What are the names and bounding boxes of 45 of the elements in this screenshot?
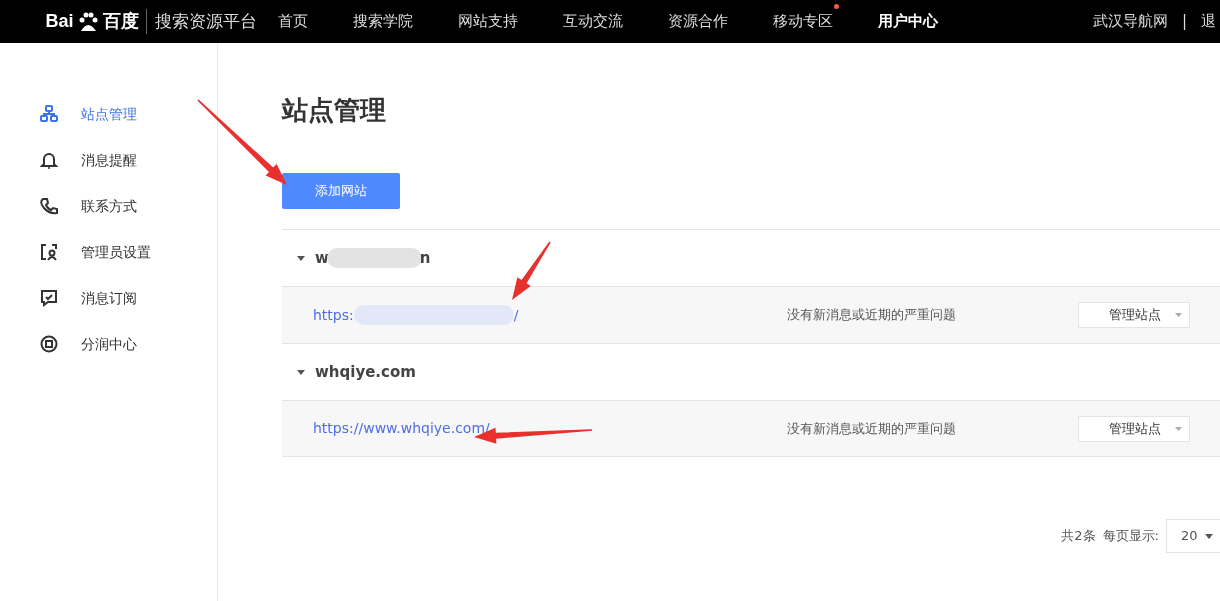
manage-site-dropdown[interactable]: 管理站点 [1078,415,1190,442]
site-domain: w [315,247,329,269]
total-count: 共2条 [1061,527,1096,546]
paw-icon [77,10,99,33]
bell-icon [40,151,58,169]
ring-icon [40,335,58,353]
nav-link[interactable]: 网站支持 [457,10,518,33]
logout-link[interactable]: 退 [1201,10,1216,33]
per-page-value: 20 [1181,527,1198,546]
nav-link[interactable]: 互动交流 [562,10,623,33]
sidebar-item[interactable]: 站点管理 [0,91,217,137]
sitemap-icon [40,105,58,123]
sidebar-item[interactable]: 联系方式 [0,183,217,229]
phone-icon [40,197,58,215]
sidebar-item[interactable]: 消息提醒 [0,137,217,183]
nav-link[interactable]: 移动专区 [772,10,833,33]
manage-site-dropdown[interactable]: 管理站点 [1078,302,1190,328]
sidebar-item[interactable]: 管理员设置 [0,229,217,275]
site-url-link[interactable]: / [513,304,519,326]
per-page-select[interactable]: 20 [1166,519,1220,553]
site-domain: whqiye.com [315,361,416,383]
logo-text: 百度 [102,10,139,33]
chat-check-icon [40,289,58,307]
platform-title: 搜索资源平台 [145,8,257,35]
annotation-arrow [512,241,551,300]
caret-down-icon [1175,426,1182,431]
page-title: 站点管理 [282,94,387,127]
caret-down-icon [1175,313,1182,317]
status-text: 没有新消息或近期的严重问题 [787,419,957,438]
site-url-link[interactable]: https://www.whqiye.com/ [313,418,490,439]
status-text: 没有新消息或近期的严重问题 [787,306,957,325]
nav-link[interactable]: 搜索学院 [352,10,413,33]
user-link[interactable]: 武汉导航网 [1092,10,1168,33]
sidebar-item[interactable]: 消息订阅 [0,275,217,321]
nav-link[interactable]: 资源合作 [667,10,728,33]
site-url-link[interactable]: https: [313,304,354,326]
site-domain: n [419,247,431,269]
separator: | [1181,11,1187,33]
caret-down-icon [1204,533,1213,539]
nav-link[interactable]: 用户中心 [877,10,938,33]
person-frame-icon [40,243,58,261]
logo-text: Bai [45,10,74,33]
nav-link[interactable]: 首页 [277,10,308,33]
per-page-label: 每页显示: [1102,527,1159,546]
sidebar-item[interactable]: 分润中心 [0,321,217,367]
